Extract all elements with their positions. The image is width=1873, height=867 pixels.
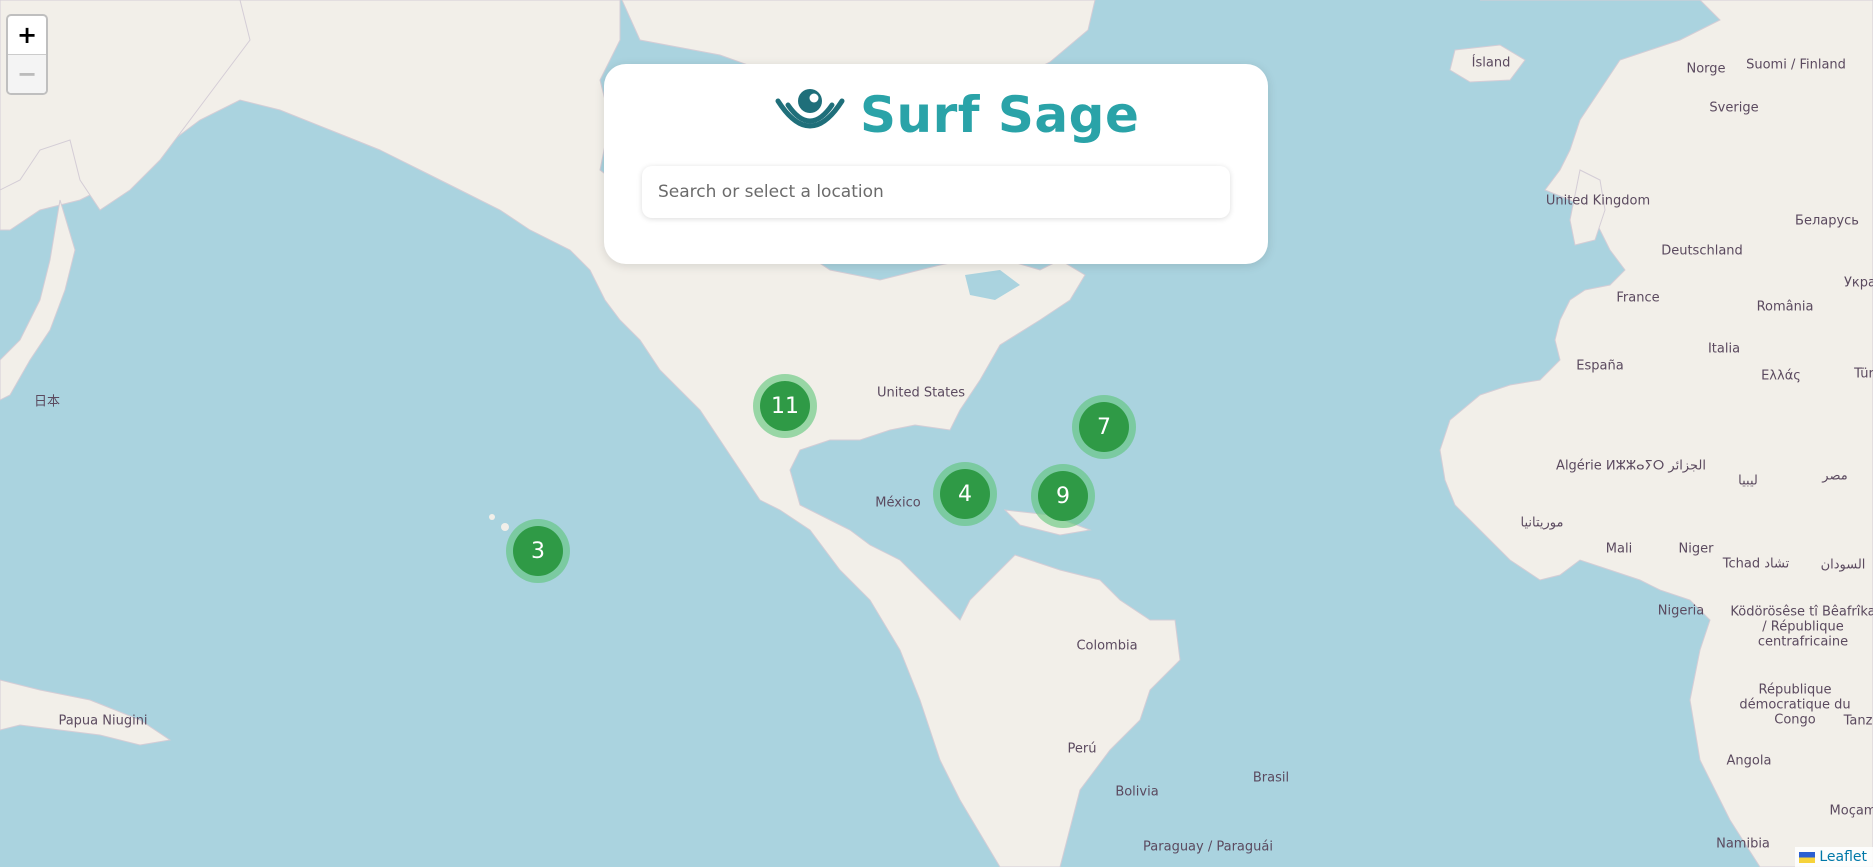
cluster-count: 4 — [940, 469, 990, 519]
place-label: Укра — [1844, 275, 1873, 291]
place-label: Sverige — [1709, 100, 1759, 116]
cluster-count: 3 — [513, 526, 563, 576]
marker-cluster[interactable]: 4 — [933, 462, 997, 526]
app-title: Surf Sage — [860, 86, 1140, 144]
marker-cluster[interactable]: 11 — [753, 374, 817, 438]
place-label: Brasil — [1252, 770, 1290, 786]
marker-cluster[interactable]: 7 — [1072, 395, 1136, 459]
place-label: 日本 — [33, 394, 61, 410]
place-label: Ísland — [1471, 55, 1511, 71]
place-label: Ελλάς — [1761, 368, 1801, 384]
place-label: Algérie ⵍⵣⵣⴰⵢⵔ الجزائر — [1556, 458, 1706, 474]
cluster-count: 7 — [1079, 402, 1129, 452]
place-label: مصر — [1822, 468, 1848, 484]
place-label: Colombia — [1076, 638, 1138, 654]
search-card: Surf Sage — [604, 64, 1268, 264]
place-label: ليبيا — [1738, 473, 1758, 489]
zoom-out-button[interactable]: − — [8, 55, 46, 93]
place-label: Bolivia — [1115, 784, 1159, 800]
place-label: Angola — [1726, 753, 1772, 769]
ukraine-flag-icon — [1799, 851, 1816, 863]
cluster-count: 9 — [1038, 471, 1088, 521]
place-label: Norge — [1686, 61, 1726, 77]
place-label: Niger — [1678, 541, 1714, 557]
leaflet-link[interactable]: Leaflet — [1819, 849, 1867, 865]
cluster-count: 11 — [760, 381, 810, 431]
place-label: Ködörösêse tî Bêafrîka / République cent… — [1730, 604, 1873, 650]
place-label: Беларусь — [1795, 213, 1859, 229]
place-label: Suomi / Finland — [1746, 57, 1846, 73]
place-label: Deutschland — [1661, 243, 1743, 259]
marker-cluster[interactable]: 9 — [1031, 464, 1095, 528]
location-search-input[interactable] — [642, 166, 1230, 218]
place-label: România — [1756, 299, 1814, 315]
place-label: Tanz — [1843, 713, 1873, 729]
zoom-in-button[interactable]: + — [8, 16, 46, 55]
place-label: Tchad تشاد — [1722, 556, 1790, 572]
place-label: Moçam — [1829, 803, 1873, 819]
brand: Surf Sage — [774, 86, 1139, 144]
place-label: Perú — [1067, 741, 1097, 757]
place-label: United Kingdom — [1545, 193, 1651, 209]
marker-cluster[interactable]: 3 — [506, 519, 570, 583]
zoom-control: + − — [6, 14, 48, 95]
place-label: موريتانيا — [1520, 515, 1564, 531]
place-label: السودان — [1820, 557, 1866, 573]
place-label: Paraguay / Paraguái — [1143, 839, 1273, 855]
place-label: Nigeria — [1657, 603, 1705, 619]
place-label: Tür — [1854, 366, 1873, 382]
place-label: México — [875, 495, 921, 511]
attribution[interactable]: Leaflet — [1795, 847, 1873, 867]
eye-wave-logo-icon — [774, 87, 846, 143]
place-label: Mali — [1605, 541, 1633, 557]
place-label: Namibia — [1716, 836, 1770, 852]
place-label: France — [1616, 290, 1660, 306]
place-label: Papua Niugini — [58, 713, 148, 729]
place-label: United States — [876, 385, 966, 401]
place-label: Italia — [1707, 341, 1741, 357]
place-label: España — [1576, 358, 1624, 374]
